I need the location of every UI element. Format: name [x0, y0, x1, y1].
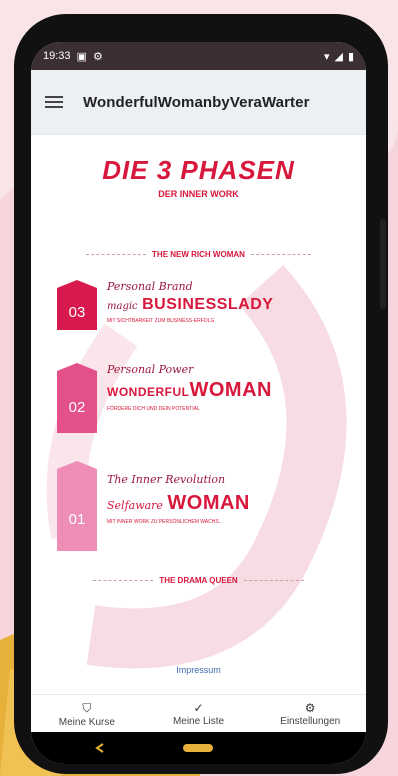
wifi-icon: ▾: [323, 50, 330, 63]
page-subtitle: DER INNER WORK: [158, 189, 239, 199]
bottom-divider: THE DRAMA QUEEN: [31, 576, 366, 585]
signal-icon: ◢: [334, 50, 343, 63]
nav-einstellungen[interactable]: ⚙ Einstellungen: [254, 695, 366, 733]
app-screen: 19:33 ▣ ⚙ ▾ ◢ ▮ WonderfulWomanbyVeraWart…: [31, 42, 366, 764]
top-divider: THE NEW RICH WOMAN: [31, 250, 366, 259]
phase-03-block: 03: [57, 280, 97, 330]
top-divider-label: THE NEW RICH WOMAN: [152, 250, 245, 259]
phase-02-brand-main: WOMAN: [189, 379, 272, 401]
back-icon[interactable]: [95, 743, 104, 753]
bottom-navigation: ⛉ Meine Kurse ✓ Meine Liste ⚙ Einstellun…: [31, 694, 366, 733]
status-time: 19:33: [43, 50, 71, 62]
phase-02-script: Personal Power: [107, 363, 194, 376]
main-content: DIE 3 PHASEN DER INNER WORK THE NEW RICH…: [31, 135, 366, 695]
phase-02: 02 Personal Power WONDERFULWOMAN FÖRDERE…: [57, 363, 347, 433]
phase-03-script: Personal Brand: [107, 280, 193, 293]
phase-03-description: MIT SICHTBARKEIT ZUM BUSINESS-ERFOLG: [107, 318, 215, 324]
phase-02-number: 02: [68, 399, 86, 416]
hamburger-menu-icon[interactable]: [45, 96, 63, 108]
system-navigation-bar: [31, 732, 366, 764]
phase-02-description: FÖRDERE DICH UND DEIN POTENTIAL: [107, 406, 200, 412]
courses-icon: ⛉: [82, 700, 92, 715]
phase-01-number: 01: [68, 511, 86, 528]
bottom-divider-label: THE DRAMA QUEEN: [159, 576, 238, 585]
phase-02-block: 02: [57, 363, 97, 433]
nav-einstellungen-label: Einstellungen: [280, 716, 341, 727]
phase-01-description: MIT INNER WORK ZU PERSÖNLICHEM WACHS..: [107, 519, 222, 525]
status-bar: 19:33 ▣ ⚙ ▾ ◢ ▮: [31, 42, 366, 70]
battery-icon: ▮: [347, 50, 354, 63]
home-pill-icon[interactable]: [183, 744, 213, 752]
phase-01-brand-main: WOMAN: [167, 492, 250, 514]
app-bar: WonderfulWomanbyVeraWarter: [31, 70, 366, 135]
phase-01-block: 01: [57, 461, 97, 551]
settings-icon: ⚙: [92, 50, 103, 63]
nav-meine-liste[interactable]: ✓ Meine Liste: [143, 695, 255, 733]
nav-meine-kurse-label: Meine Kurse: [58, 716, 115, 728]
phase-03-number: 03: [68, 304, 86, 321]
impressum-link[interactable]: Impressum: [31, 665, 366, 675]
gear-icon: ⚙: [304, 701, 316, 715]
phase-03: 03 Personal Brand magic BUSINESSLADY MIT…: [57, 280, 347, 330]
phase-01: 01 The Inner Revolution Selfaware WOMAN …: [57, 461, 347, 551]
phase-01-brand-prefix: Selfaware: [107, 499, 163, 512]
nav-meine-kurse[interactable]: ⛉ Meine Kurse: [31, 695, 143, 733]
phase-03-brand-main: BUSINESSLADY: [142, 296, 274, 313]
notification-icon: ▣: [76, 50, 87, 63]
phase-01-script: The Inner Revolution: [107, 473, 226, 486]
phone-side-button: [380, 219, 386, 309]
phase-03-brand-prefix: magic: [107, 301, 138, 312]
app-title: WonderfulWomanbyVeraWarter: [83, 93, 310, 111]
nav-meine-liste-label: Meine Liste: [172, 716, 225, 727]
check-icon: ✓: [193, 701, 204, 715]
page-title: DIE 3 PHASEN: [102, 155, 295, 185]
phase-02-brand-prefix: WONDERFUL: [107, 385, 190, 399]
